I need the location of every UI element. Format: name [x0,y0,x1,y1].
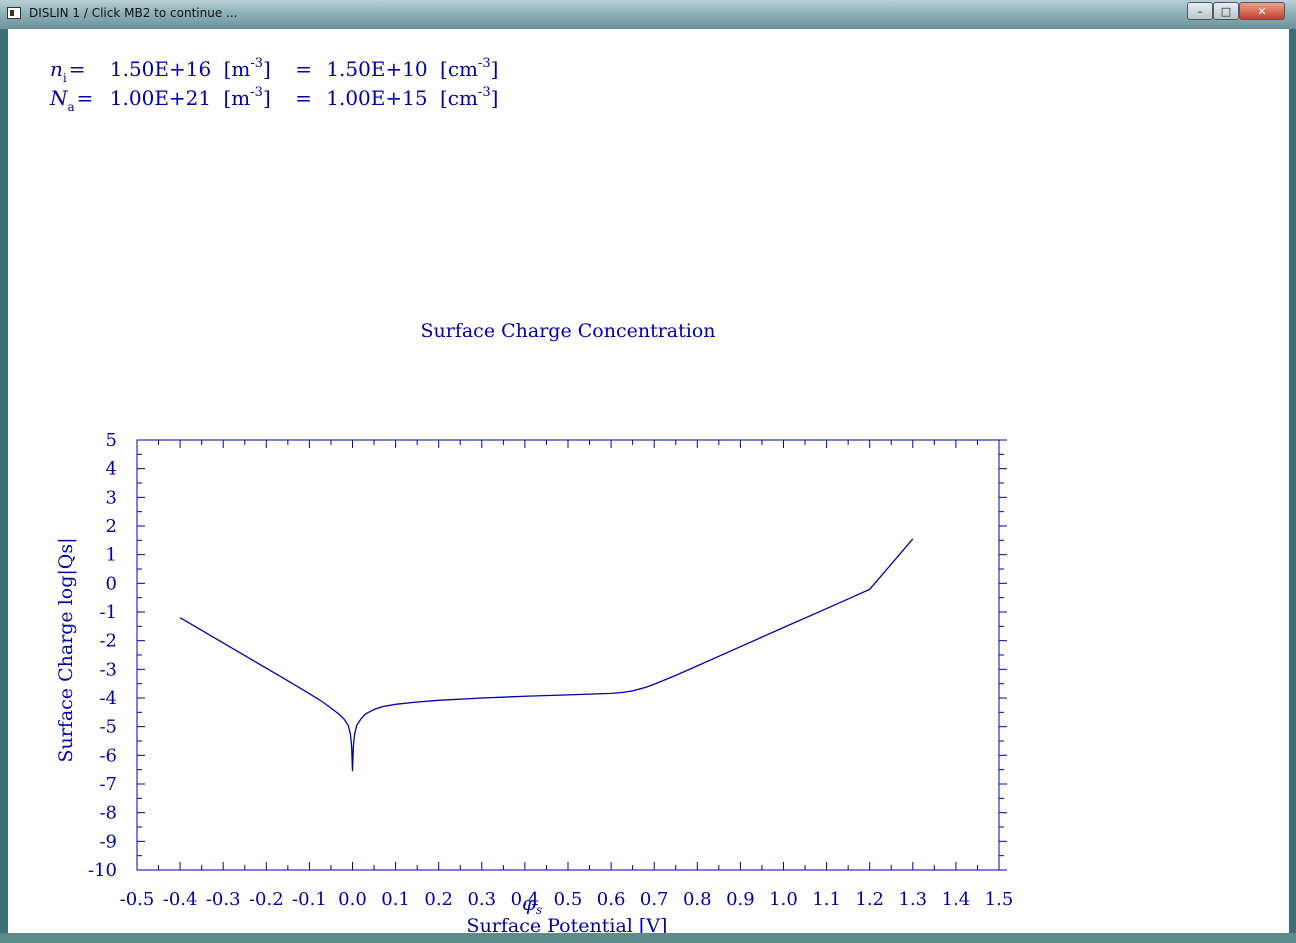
na-subscript: a [68,100,75,114]
x-tick-label: 1.4 [942,889,971,910]
chart-title: Surface Charge Concentration [420,320,715,342]
y-tick-label: -4 [99,688,117,709]
ni-unit-cm: cm [448,57,478,81]
x-tick-label: 0.8 [683,889,712,910]
close-button[interactable]: ✕ [1239,2,1285,20]
x-tick-label: 0.1 [381,889,410,910]
y-tick-label: -9 [99,831,117,852]
na-unit-cm: cm [448,86,478,110]
y-axis-label: Surface Charge log|Qs| [55,537,77,762]
x-tick-labels: -0.5 -0.4 -0.3 -0.2 -0.1 0.0 0.1 0.2 0.3 0.4 0.5 0.… [120,889,1014,910]
x-tick-label: 1.2 [855,889,884,910]
x-tick-label: 0.5 [554,889,583,910]
ni-subscript: i [63,71,67,85]
x-tick-label: 1.3 [898,889,927,910]
y-tick-label: -2 [99,631,117,652]
x-tick-label: -0.5 [120,889,155,910]
y-tick-labels: 5 4 3 2 1 0 -1 -2 -3 -4 -5 -6 -7 -8 -9 -10 [88,430,117,881]
x-tick-label: 0.3 [467,889,496,910]
x-tick-label: 0.9 [726,889,755,910]
y-tick-label: -8 [99,803,117,824]
y-tick-label: 0 [106,573,117,594]
na-line: Na = 1.00E+21 [m-3] = 1.00E+15 [cm-3] [49,85,498,114]
ni-value-cm3: 1.50E+10 [326,57,427,81]
x-tick-label: 0.2 [424,889,453,910]
phi-symbol: φ [522,891,536,915]
x-tick-label: -0.4 [163,889,198,910]
phi-subscript: s [536,903,542,917]
y-tick-label: -3 [99,659,117,680]
minimize-button[interactable]: – [1187,2,1213,20]
x-tick-label: 1.5 [985,889,1014,910]
y-tick-label: -6 [99,745,117,766]
x-tick-label: 0.7 [640,889,669,910]
na-equals: = [77,86,94,110]
ni-value-m3: 1.50E+16 [110,57,211,81]
plot-svg: ni = 1.50E+16 [m-3] = 1.50E+10 [cm-3] Na =… [49,56,1014,937]
x-tick-label: -0.2 [249,889,284,910]
ni-exp-m: -3 [250,56,263,71]
maximize-button[interactable]: □ [1213,2,1239,20]
x-tick-label: 1.1 [812,889,841,910]
ni-equals: = [69,57,86,81]
x-tick-label: 0.6 [597,889,626,910]
plot-frame [136,439,1000,871]
title-bar[interactable]: DISLIN 1 / Click MB2 to continue ... – □… [0,0,1296,29]
na-exp-m: -3 [250,85,263,100]
plot-canvas[interactable]: ni = 1.50E+16 [m-3] = 1.50E+10 [cm-3] Na =… [8,29,1289,937]
charge-curve [179,538,914,772]
x-axis-label: Surface Potential [V] [467,915,668,933]
y-tick-label: -5 [99,717,117,738]
x-tick-label: -0.1 [292,889,327,910]
ni-unit-m: m [231,57,250,81]
axis-ticks [136,439,1007,871]
na-exp-cm: -3 [478,85,491,100]
y-tick-label: -10 [88,860,117,881]
y-tick-label: 4 [106,459,117,480]
x-tick-label: 0.0 [338,889,367,910]
y-tick-label: 1 [106,545,117,566]
ni-exp-cm: -3 [478,56,491,71]
window-icon[interactable] [7,7,21,19]
window-title: DISLIN 1 / Click MB2 to continue ... [29,6,238,20]
ni-symbol: n [50,57,63,81]
na-value-cm3: 1.00E+15 [326,86,427,110]
ni-line: ni = 1.50E+16 [m-3] = 1.50E+10 [cm-3] [50,56,498,85]
y-tick-label: 5 [106,430,117,451]
y-tick-label: -7 [99,774,117,795]
na-unit-m: m [231,86,250,110]
y-tick-label: 3 [106,487,117,508]
window-bottom-edge [0,933,1296,943]
x-tick-label: -0.3 [206,889,241,910]
na-symbol: N [49,86,69,110]
na-value-m3: 1.00E+21 [110,86,211,110]
app-window: DISLIN 1 / Click MB2 to continue ... – □… [0,0,1296,943]
x-tick-label: 1.0 [769,889,798,910]
y-tick-label: 2 [106,516,117,537]
y-tick-label: -1 [99,602,117,623]
